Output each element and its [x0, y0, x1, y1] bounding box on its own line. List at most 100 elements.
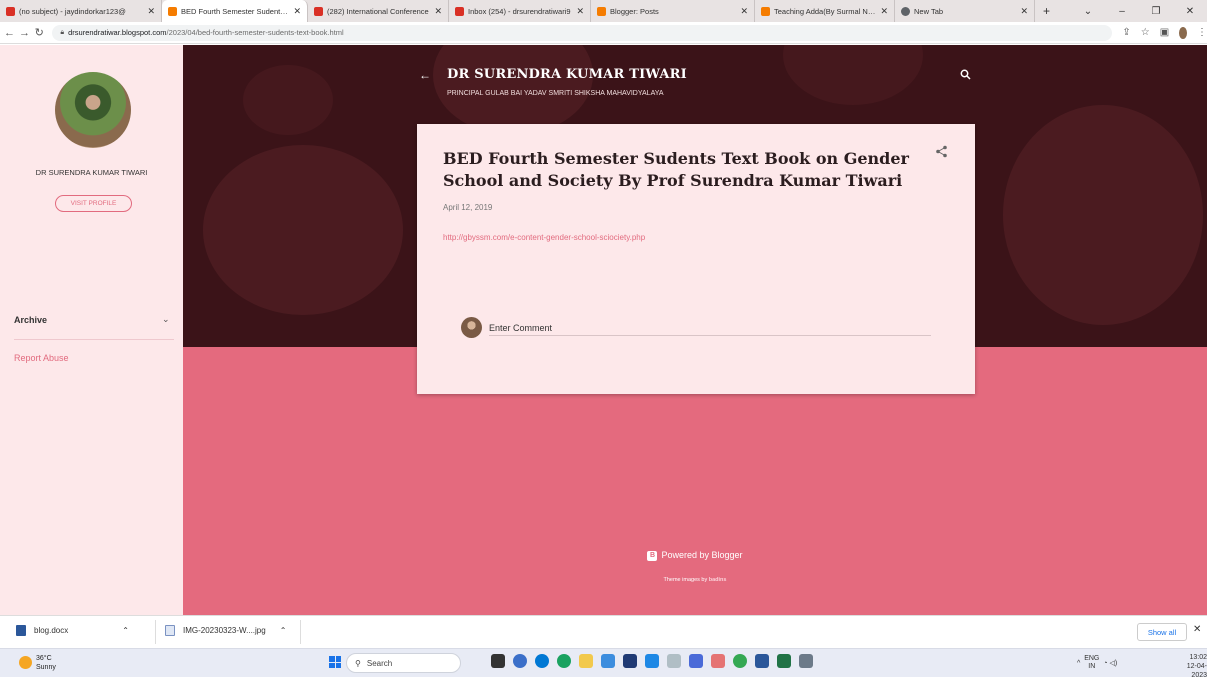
tab-title: Teaching Adda(By Surmal Narva	[774, 6, 877, 16]
restore-icon[interactable]: ❐	[1139, 6, 1173, 17]
tab-gmail-no-subject[interactable]: (no subject) - jaydindorkar123@ ✕	[0, 0, 162, 22]
chevron-down-icon[interactable]: ⌄	[162, 314, 170, 325]
lock-icon: 🔒︎	[60, 28, 65, 36]
tab-blog-post[interactable]: BED Fourth Semester Sudents Te ✕	[162, 0, 308, 22]
post-date: April 12, 2019	[443, 203, 493, 212]
zoom-app-icon[interactable]	[689, 654, 703, 668]
bookmark-star-icon[interactable]: ☆	[1141, 27, 1150, 38]
paint-app-icon[interactable]	[711, 654, 725, 668]
theme-credit-prefix: Theme images by	[663, 577, 708, 583]
powered-by-blogger[interactable]: B Powered by Blogger	[0, 550, 1207, 561]
notes-app-icon[interactable]	[667, 654, 681, 668]
word-app-icon[interactable]	[755, 654, 769, 668]
profile-avatar-icon[interactable]	[1179, 26, 1187, 39]
tab-title: New Tab	[914, 6, 944, 16]
chevron-up-icon[interactable]: ⌃	[280, 626, 287, 635]
url-path: /2023/04/bed-fourth-semester-sudents-tex…	[166, 28, 344, 37]
weather-widget[interactable]: 36°C Sunny	[36, 654, 56, 672]
chevron-up-icon[interactable]: ⌃	[122, 626, 129, 635]
theme-author-link[interactable]: badins	[709, 577, 727, 583]
tab-blogger-posts[interactable]: Blogger: Posts ✕	[591, 0, 755, 22]
download-filename: blog.docx	[34, 626, 69, 635]
close-tab-icon[interactable]: ✕	[147, 6, 155, 17]
chrome-app-icon[interactable]	[557, 654, 571, 668]
divider	[14, 339, 174, 340]
taskbar-search[interactable]: ⚲ Search	[346, 653, 461, 673]
tab-teaching-adda[interactable]: Teaching Adda(By Surmal Narva ✕	[755, 0, 895, 22]
edge-icon[interactable]	[535, 654, 549, 668]
monitor-app-icon[interactable]	[645, 654, 659, 668]
chrome-profile-icon[interactable]	[733, 654, 747, 668]
weather-temp: 36°C	[36, 655, 52, 662]
comment-input[interactable]: Enter Comment	[489, 323, 552, 333]
url-domain: drsurendratiwar.blogspot.com	[68, 28, 167, 37]
mail-icon[interactable]	[601, 654, 615, 668]
search-icon[interactable]	[960, 69, 971, 83]
tab-title: BED Fourth Semester Sudents Te	[181, 6, 290, 16]
windows-start-icon[interactable]	[329, 656, 341, 668]
tab-gmail-inbox[interactable]: Inbox (254) - drsurendratiwari9 ✕	[449, 0, 591, 22]
report-abuse-link[interactable]: Report Abuse	[14, 353, 69, 363]
close-icon[interactable]: ✕	[1193, 624, 1201, 635]
close-tab-icon[interactable]: ✕	[880, 6, 888, 17]
download-item-jpg[interactable]: IMG-20230323-W....jpg ⌃	[165, 625, 286, 636]
profile-avatar[interactable]	[55, 72, 131, 148]
show-all-button[interactable]: Show all	[1137, 623, 1187, 641]
visit-profile-button[interactable]: VISIT PROFILE	[55, 195, 132, 212]
search-icon: ⚲	[355, 658, 361, 668]
side-panel-icon[interactable]: ▣	[1160, 27, 1169, 38]
language-indicator[interactable]: ENG IN	[1084, 655, 1099, 671]
excel-app-icon[interactable]	[777, 654, 791, 668]
close-window-icon[interactable]: ✕	[1173, 6, 1207, 17]
tab-new-tab[interactable]: New Tab ✕	[895, 0, 1035, 22]
download-item-docx[interactable]: blog.docx ⌃	[16, 625, 129, 636]
tray-chevron-icon[interactable]: ^	[1077, 660, 1080, 667]
wifi-icon[interactable]: ◔	[1103, 660, 1107, 667]
reload-icon[interactable]: ↻	[34, 26, 44, 39]
blog-title[interactable]: DR SURENDRA KUMAR TIWARI	[447, 67, 687, 82]
volume-icon[interactable]: ◁)	[1109, 660, 1117, 667]
archive-heading[interactable]: Archive	[14, 315, 47, 325]
minimize-icon[interactable]: –	[1105, 6, 1139, 17]
taskbar-clock[interactable]: 13:02 12-04-2023	[1173, 653, 1207, 680]
url-bar[interactable]: 🔒︎ drsurendratiwar.blogspot.com/2023/04/…	[52, 24, 1113, 41]
share-page-icon[interactable]: ⇪	[1122, 27, 1130, 38]
forward-arrow-icon[interactable]: →	[19, 27, 30, 39]
weather-condition: Sunny	[36, 664, 56, 671]
back-arrow-icon[interactable]: ←	[419, 68, 431, 82]
calculator-app-icon[interactable]	[799, 654, 813, 668]
close-tab-icon[interactable]: ✕	[740, 6, 748, 17]
tab-search-chevron-icon[interactable]: ⌄	[1071, 6, 1105, 17]
theme-credit: Theme images by badins	[0, 577, 1207, 583]
chrome-icon	[901, 6, 910, 16]
download-filename: IMG-20230323-W....jpg	[183, 626, 266, 635]
address-toolbar: ← → ↻ 🔒︎ drsurendratiwar.blogspot.com/20…	[0, 22, 1207, 44]
image-file-icon	[165, 625, 175, 636]
chat-icon[interactable]	[513, 654, 527, 668]
tab-title: (282) International Conference	[327, 6, 429, 16]
sun-weather-icon[interactable]	[19, 656, 32, 669]
back-arrow-icon[interactable]: ←	[4, 27, 15, 39]
region-code: IN	[1088, 663, 1096, 670]
file-explorer-icon[interactable]	[579, 654, 593, 668]
task-view-icon[interactable]	[491, 654, 505, 668]
share-icon[interactable]	[935, 145, 948, 161]
menu-kebab-icon[interactable]: ⋮	[1197, 27, 1207, 38]
clock-time: 13:02	[1189, 654, 1207, 661]
system-tray[interactable]: ^ ENG IN ◔ ◁)	[1077, 655, 1117, 671]
close-tab-icon[interactable]: ✕	[434, 6, 442, 17]
dropbox-icon[interactable]	[623, 654, 637, 668]
blogger-icon	[761, 6, 770, 16]
tab-title: (no subject) - jaydindorkar123@	[19, 6, 126, 16]
close-tab-icon[interactable]: ✕	[576, 6, 584, 17]
new-tab-plus-icon[interactable]: +	[1043, 4, 1050, 18]
tab-title: Inbox (254) - drsurendratiwari9	[468, 6, 571, 16]
word-file-icon	[16, 625, 26, 636]
close-tab-icon[interactable]: ✕	[1020, 6, 1028, 17]
post-link[interactable]: http://gbyssm.com/e-content-gender-schoo…	[443, 233, 645, 242]
tab-strip: (no subject) - jaydindorkar123@ ✕ BED Fo…	[0, 0, 1207, 22]
taskbar-search-label: Search	[366, 658, 393, 668]
post-title: BED Fourth Semester Sudents Text Book on…	[443, 149, 909, 190]
tab-youtube-conference[interactable]: (282) International Conference ✕	[308, 0, 449, 22]
close-tab-icon[interactable]: ✕	[293, 6, 301, 17]
